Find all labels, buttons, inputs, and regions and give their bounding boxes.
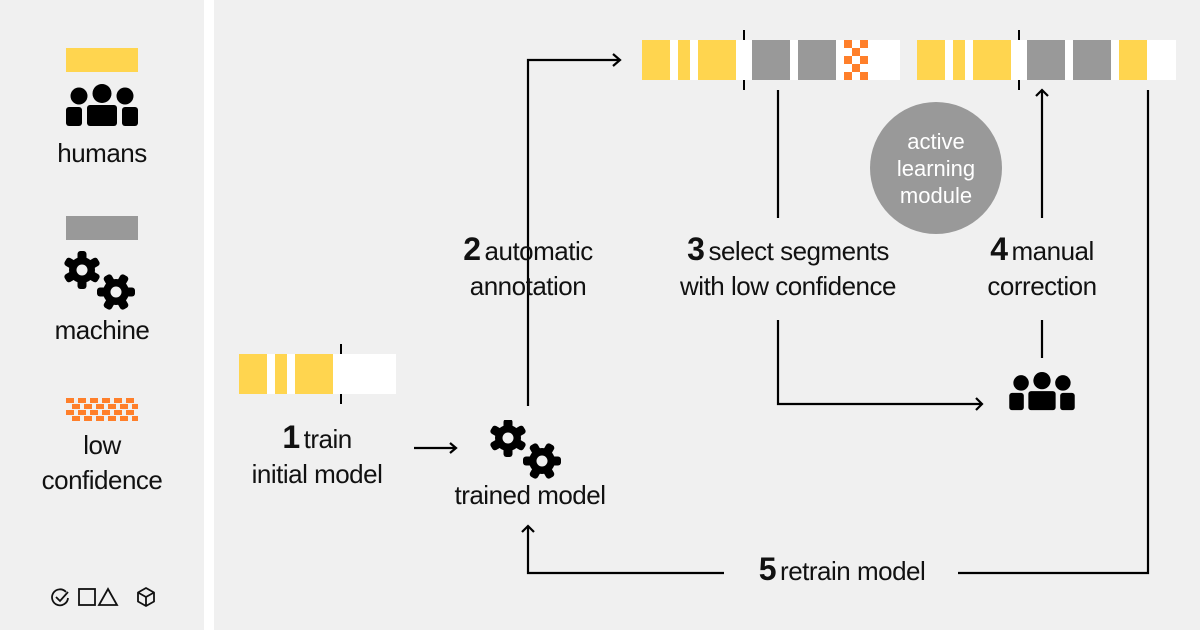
step-text: annotation bbox=[469, 271, 587, 301]
step-number: 1 bbox=[282, 419, 300, 455]
step-number: 2 bbox=[463, 231, 481, 267]
arrow-select-to-humans bbox=[776, 320, 982, 406]
segment-human bbox=[1119, 40, 1147, 80]
segment-human bbox=[239, 354, 267, 394]
segment-machine bbox=[798, 40, 836, 80]
step-text: correction bbox=[987, 271, 1097, 301]
segment-human bbox=[275, 354, 287, 394]
people-icon bbox=[1009, 372, 1075, 411]
step-text: manual bbox=[1011, 236, 1095, 266]
segment-machine bbox=[752, 40, 790, 80]
active-learning-module: active learning module bbox=[870, 102, 1002, 234]
step-number: 3 bbox=[687, 231, 705, 267]
segment-low_confidence bbox=[844, 40, 868, 80]
step-number: 5 bbox=[758, 551, 777, 587]
arrow-retrain-to-model bbox=[526, 526, 724, 575]
step-text: initial model bbox=[251, 459, 383, 489]
module-text: learning bbox=[896, 155, 976, 181]
segment-human bbox=[698, 40, 736, 80]
module-text: module bbox=[899, 182, 973, 208]
diagram-canvas bbox=[239, 30, 1176, 575]
annotation-bar-initial bbox=[239, 344, 396, 404]
step-text: select segments bbox=[708, 236, 889, 266]
gears-icon bbox=[490, 420, 561, 479]
step-text: train bbox=[303, 424, 353, 454]
segment-human bbox=[973, 40, 1011, 80]
trained-model-label: trained model bbox=[454, 480, 606, 510]
segment-human bbox=[678, 40, 690, 80]
module-text: active bbox=[907, 128, 965, 154]
step-2-label: 2 automatic annotation bbox=[430, 232, 626, 304]
step-3-label: 3 select segments with low confidence bbox=[660, 232, 916, 304]
segment-machine bbox=[1027, 40, 1065, 80]
step-text: automatic bbox=[484, 236, 594, 266]
segment-human bbox=[295, 354, 333, 394]
segment-human bbox=[917, 40, 945, 80]
segment-machine bbox=[1073, 40, 1111, 80]
step-number: 4 bbox=[990, 231, 1008, 267]
segment-human bbox=[953, 40, 965, 80]
annotation-bar-annotated bbox=[642, 30, 900, 90]
annotation-bar-corrected bbox=[917, 30, 1176, 90]
step-4-label: 4 manual correction bbox=[962, 232, 1122, 304]
step-5-label: 5 retrain model bbox=[730, 552, 954, 589]
step-1-label: 1 train initial model bbox=[230, 420, 404, 492]
step-text: retrain model bbox=[780, 556, 926, 586]
segment-human bbox=[642, 40, 670, 80]
step-text: with low confidence bbox=[680, 271, 896, 301]
